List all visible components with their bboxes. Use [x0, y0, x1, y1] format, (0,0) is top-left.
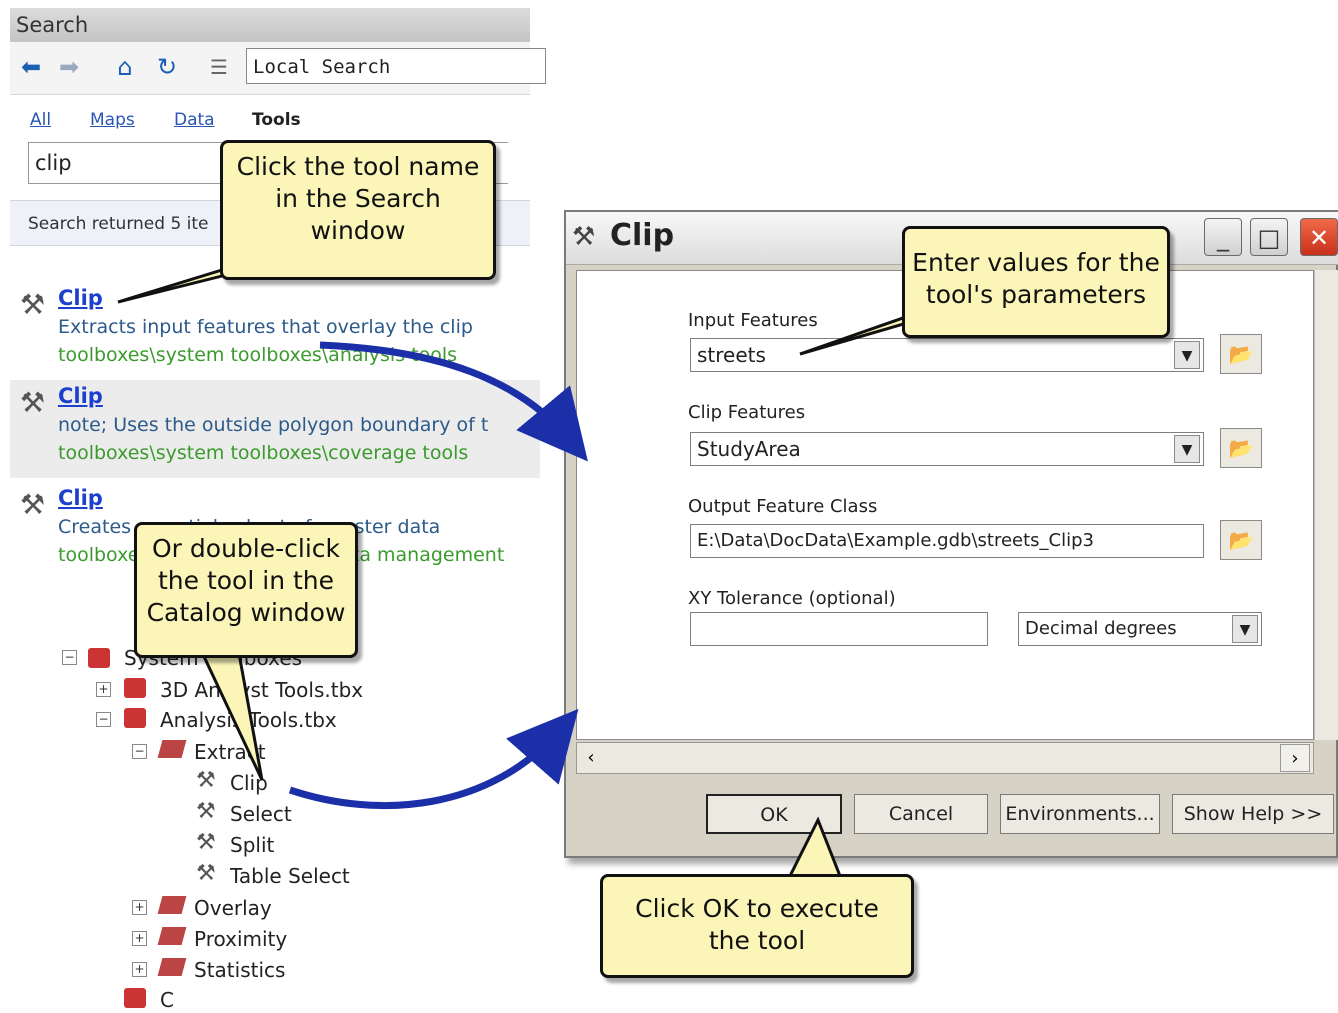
- callout-search: Click the tool name in the Search window: [220, 140, 496, 280]
- callout-text: Click OK to execute: [635, 894, 879, 923]
- callout-catalog: Or double-click the tool in the Catalog …: [134, 522, 358, 658]
- callout-parameters: Enter values for the tool's parameters: [902, 226, 1170, 338]
- callout-text: Click the tool name: [236, 152, 480, 181]
- callout-text: the tool: [708, 926, 806, 955]
- callout-ok: Click OK to execute the tool: [600, 874, 914, 978]
- callout-text: tool's parameters: [925, 280, 1147, 309]
- callout-text: Enter values for the: [912, 248, 1160, 277]
- callout-text: Catalog window: [146, 598, 346, 627]
- pointer-catalog-callout: [197, 646, 264, 781]
- callout-text: Or double-click: [152, 534, 340, 563]
- arrow-search-to-dialog: [319, 341, 588, 462]
- callout-text: in the Search: [275, 184, 441, 213]
- pointer-ok-callout: [787, 816, 843, 878]
- callout-text: window: [310, 216, 406, 245]
- callout-text: the tool in the: [157, 566, 335, 595]
- arrow-catalog-to-dialog: [288, 708, 579, 810]
- annotation-arrows: [117, 260, 946, 878]
